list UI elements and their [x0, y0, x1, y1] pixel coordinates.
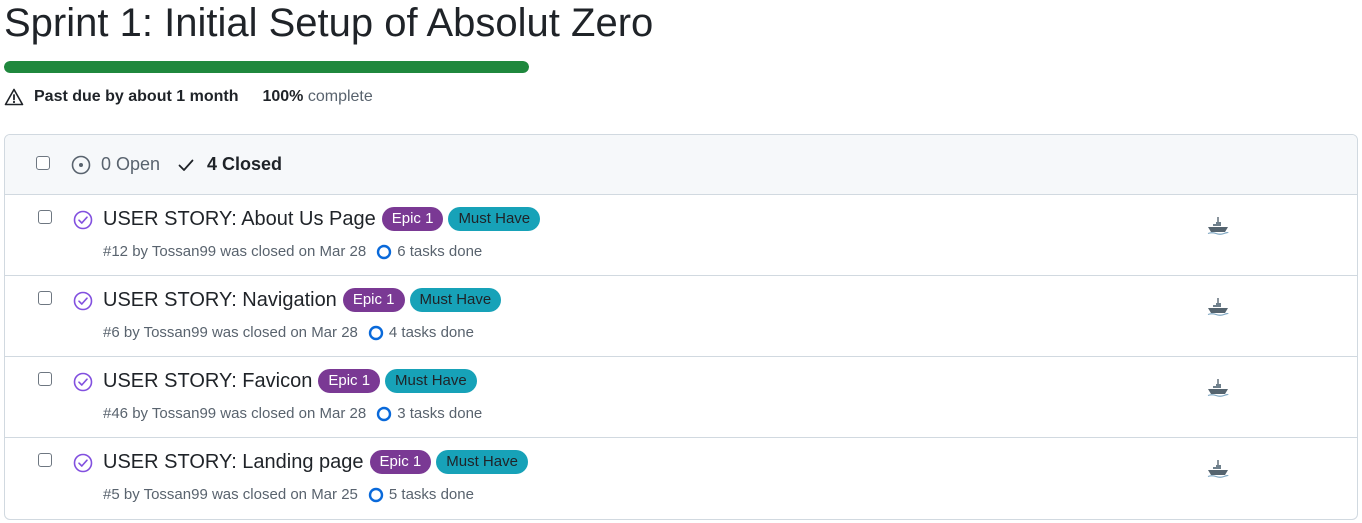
issue-checkbox[interactable] [38, 291, 52, 305]
issue-meta: #6 by Tossan99 was closed on Mar 28 [103, 324, 358, 341]
completion-label: complete [307, 88, 373, 105]
ship-icon[interactable] [1206, 375, 1230, 399]
ship-icon[interactable] [1206, 213, 1230, 237]
task-progress: 3 tasks done [376, 405, 482, 422]
issue-closed-icon [73, 453, 93, 473]
milestone-meta: Past due by about 1 month 100% complete [4, 86, 373, 108]
label-must-have[interactable]: Must Have [385, 369, 477, 393]
issue-row[interactable]: USER STORY: Navigation Epic 1 Must Have … [5, 276, 1357, 357]
label-must-have[interactable]: Must Have [409, 288, 502, 312]
ship-icon[interactable] [1206, 456, 1230, 480]
completion-value: 100% [262, 88, 304, 105]
open-count: 0 Open [101, 154, 161, 174]
issue-row[interactable]: USER STORY: Landing page Epic 1 Must Hav… [5, 438, 1357, 519]
task-count: 6 tasks done [397, 243, 483, 260]
issues-list: 0 Open 4 Closed USER STORY: About Us Pag… [4, 134, 1358, 520]
label-must-have[interactable]: Must Have [448, 207, 541, 231]
issue-checkbox[interactable] [38, 372, 52, 386]
issue-row[interactable]: USER STORY: About Us Page Epic 1 Must Ha… [5, 195, 1357, 276]
closed-count: 4 Closed [207, 154, 283, 174]
issue-opened-icon [71, 155, 91, 174]
circle-progress-icon [377, 244, 392, 259]
task-count: 3 tasks done [397, 405, 483, 422]
due-status: Past due by about 1 month [34, 88, 239, 105]
completion: 100% complete [262, 88, 372, 106]
label-epic[interactable]: Epic 1 [369, 450, 432, 474]
alert-icon [4, 88, 24, 106]
issue-title[interactable]: USER STORY: Favicon [103, 370, 312, 393]
task-progress: 5 tasks done [368, 486, 474, 503]
ship-icon[interactable] [1206, 294, 1230, 318]
issue-title[interactable]: USER STORY: Landing page [103, 451, 364, 474]
progress-bar [4, 61, 529, 73]
issues-list-header: 0 Open 4 Closed [5, 135, 1357, 195]
issue-row[interactable]: USER STORY: Favicon Epic 1 Must Have #46… [5, 357, 1357, 438]
page-title: Sprint 1: Initial Setup of Absolut Zero [4, 1, 654, 45]
issue-closed-icon [73, 372, 93, 392]
issue-title[interactable]: USER STORY: About Us Page [103, 208, 376, 231]
issue-title[interactable]: USER STORY: Navigation [103, 289, 337, 312]
circle-progress-icon [377, 406, 392, 421]
issue-checkbox[interactable] [38, 210, 52, 224]
issue-meta: #5 by Tossan99 was closed on Mar 25 [103, 486, 358, 503]
circle-progress-icon [368, 325, 384, 340]
task-count: 5 tasks done [388, 486, 474, 503]
label-epic[interactable]: Epic 1 [342, 288, 405, 312]
label-epic[interactable]: Epic 1 [381, 207, 444, 231]
task-count: 4 tasks done [388, 324, 474, 341]
filter-closed[interactable]: 4 Closed [177, 154, 282, 175]
issue-closed-icon [73, 291, 93, 311]
circle-progress-icon [368, 487, 384, 502]
issue-closed-icon [73, 210, 93, 230]
filter-open[interactable]: 0 Open [71, 154, 160, 175]
issue-checkbox[interactable] [38, 453, 52, 467]
task-progress: 4 tasks done [368, 324, 474, 341]
task-progress: 6 tasks done [376, 243, 482, 260]
issue-meta: #12 by Tossan99 was closed on Mar 28 [103, 243, 367, 260]
select-all-checkbox[interactable] [36, 156, 50, 170]
check-icon [178, 159, 194, 171]
label-must-have[interactable]: Must Have [436, 450, 528, 474]
progress-fill [4, 61, 529, 73]
issue-meta: #46 by Tossan99 was closed on Mar 28 [103, 405, 367, 422]
label-epic[interactable]: Epic 1 [318, 369, 381, 393]
